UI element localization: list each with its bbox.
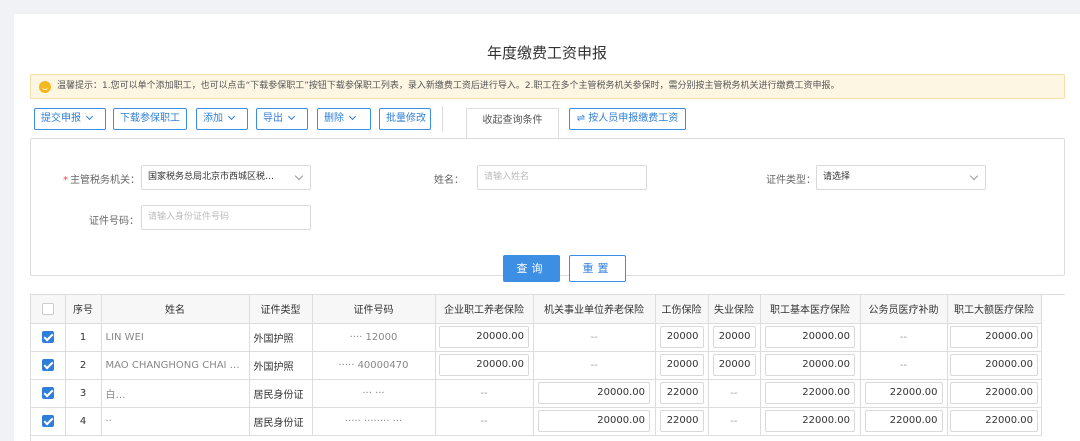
submit-button[interactable]: 提交申报: [34, 108, 106, 130]
delete-button[interactable]: 删除: [317, 108, 371, 130]
public-pension-cell: --: [533, 323, 656, 352]
id-number-input[interactable]: 请输入身份证件号码: [141, 205, 311, 230]
unemployment-input[interactable]: 20000: [712, 354, 756, 376]
column-header: 职工基本医疗保险: [760, 295, 861, 324]
public-pension-input[interactable]: 20000.00: [538, 382, 650, 404]
pension-cell: --: [435, 407, 534, 436]
public-pension-cell: --: [533, 351, 656, 380]
select-all-checkbox[interactable]: [41, 302, 54, 315]
column-header: 证件号码: [312, 295, 436, 324]
seq-cell: 4: [65, 407, 102, 436]
column-header: 失业保险: [708, 295, 761, 324]
name-label: 姓名：: [434, 175, 464, 186]
main-panel: 年度缴费工资申报 温馨提示：1.您可以单个添加职工，也可以点击“下载参保职工”按…: [14, 14, 1080, 441]
query-panel: * 主管税务机关： 国家税务总局北京市西城区税… 姓名： 请输入姓名 证件类型： …: [30, 138, 1065, 282]
medical-input[interactable]: 20000.00: [765, 354, 855, 376]
row-checkbox[interactable]: [41, 359, 54, 371]
tip-text: 温馨提示：1.您可以单个添加职工，也可以点击“下载参保职工”按钮下载参保职工列表…: [57, 81, 840, 91]
seq-cell: 2: [65, 351, 102, 380]
civil-med-cell: --: [860, 351, 948, 380]
injury-input[interactable]: 20000: [659, 326, 704, 348]
column-header: 企业职工养老保险: [435, 295, 534, 324]
row-checkbox[interactable]: [41, 415, 54, 427]
tip-banner: 温馨提示：1.您可以单个添加职工，也可以点击“下载参保职工”按钮下载参保职工列表…: [30, 74, 1065, 99]
chevron-down-icon: [227, 112, 236, 121]
large-med-input[interactable]: 20000.00: [950, 326, 1038, 348]
column-header: 机关事业单位养老保险: [533, 295, 656, 324]
smile-icon: [39, 81, 51, 93]
table-header: 序号 姓名 证件类型 证件号码 企业职工养老保险 机关事业单位养老保险 工伤保险…: [31, 295, 1042, 324]
swap-icon: ⇌: [576, 113, 589, 124]
toolbar-divider: [442, 106, 443, 132]
id-number-cell: ···· 12000: [312, 323, 436, 352]
employee-table: 序号 姓名 证件类型 证件号码 企业职工养老保险 机关事业单位养老保险 工伤保险…: [30, 294, 1065, 441]
name-input[interactable]: 请输入姓名: [477, 165, 647, 190]
column-header: 工伤保险: [655, 295, 709, 324]
medical-input[interactable]: 22000.00: [765, 410, 855, 432]
select-all-cell[interactable]: [31, 295, 66, 324]
download-employees-button[interactable]: 下载参保职工: [113, 108, 187, 130]
tax-authority-label: * 主管税务机关：: [63, 175, 140, 186]
name-cell: 白…: [101, 379, 250, 408]
reset-button[interactable]: 重置: [569, 255, 626, 282]
id-type-select[interactable]: 请选择: [816, 165, 986, 190]
id-type-cell: 外国护照: [249, 323, 313, 352]
civil-med-cell: --: [860, 323, 948, 352]
pension-input[interactable]: 20000.00: [439, 326, 529, 348]
column-header: 公务员医疗补助: [860, 295, 948, 324]
id-type-cell: 居民身份证: [249, 407, 313, 436]
table-row: 2 MAO CHANGHONG CHAI … 外国护照 ····· 400004…: [31, 351, 1042, 380]
column-header: 序号: [65, 295, 102, 324]
seq-cell: 3: [65, 379, 102, 408]
large-med-input[interactable]: 22000.00: [950, 410, 1038, 432]
id-number-cell: ····· ········ ···: [312, 407, 436, 436]
medical-input[interactable]: 20000.00: [765, 326, 855, 348]
chevron-down-icon: [85, 112, 94, 121]
seq-cell: 1: [65, 323, 102, 352]
pension-cell: --: [435, 379, 534, 408]
unemployment-cell: --: [708, 407, 761, 436]
injury-input[interactable]: 22000: [659, 410, 704, 432]
page-title: 年度缴费工资申报: [486, 44, 607, 62]
injury-input[interactable]: 20000: [659, 354, 704, 376]
name-cell: MAO CHANGHONG CHAI …: [101, 351, 250, 380]
chevron-down-icon: [348, 112, 357, 121]
table-row: 3 白… 居民身份证 ··· ··· -- 20000.00 22000 -- …: [31, 379, 1042, 408]
name-cell: ··: [101, 407, 250, 436]
column-header: 职工大额医疗保险: [947, 295, 1042, 324]
unemployment-cell: --: [708, 379, 761, 408]
injury-input[interactable]: 22000: [659, 382, 704, 404]
id-number-cell: ····· 40000470: [312, 351, 436, 380]
large-med-input[interactable]: 20000.00: [950, 354, 1038, 376]
public-pension-input[interactable]: 20000.00: [538, 410, 650, 432]
row-checkbox[interactable]: [41, 387, 54, 399]
by-person-button[interactable]: ⇌ 按人员申报缴费工资: [569, 108, 686, 130]
batch-edit-button[interactable]: 批量修改: [379, 108, 431, 130]
column-header: 证件类型: [249, 295, 313, 324]
column-header: 姓名: [101, 295, 250, 324]
table-row: 1 LIN WEI 外国护照 ···· 12000 20000.00 -- 20…: [31, 323, 1042, 352]
chevron-down-icon: [294, 171, 304, 181]
chevron-down-icon: [287, 112, 296, 121]
medical-input[interactable]: 22000.00: [765, 382, 855, 404]
name-cell: LIN WEI: [101, 323, 250, 352]
id-type-label: 证件类型：: [766, 175, 816, 186]
civil-med-input[interactable]: 22000.00: [864, 382, 943, 404]
id-number-label: 证件号码：: [89, 216, 139, 227]
pension-input[interactable]: 20000.00: [439, 354, 529, 376]
chevron-down-icon: [969, 171, 979, 181]
add-button[interactable]: 添加: [196, 108, 248, 130]
id-type-cell: 外国护照: [249, 351, 313, 380]
row-checkbox[interactable]: [41, 331, 54, 343]
search-button[interactable]: 查询: [503, 255, 560, 282]
table-row: 4 ·· 居民身份证 ····· ········ ··· -- 20000.0…: [31, 407, 1042, 436]
id-number-cell: ··· ···: [312, 379, 436, 408]
export-button[interactable]: 导出: [256, 108, 308, 130]
id-type-cell: 居民身份证: [249, 379, 313, 408]
unemployment-input[interactable]: 20000: [712, 326, 756, 348]
tab-collapse-query[interactable]: 收起查询条件: [466, 108, 559, 138]
large-med-input[interactable]: 22000.00: [950, 382, 1038, 404]
tax-authority-select[interactable]: 国家税务总局北京市西城区税…: [141, 165, 311, 190]
civil-med-input[interactable]: 22000.00: [864, 410, 943, 432]
